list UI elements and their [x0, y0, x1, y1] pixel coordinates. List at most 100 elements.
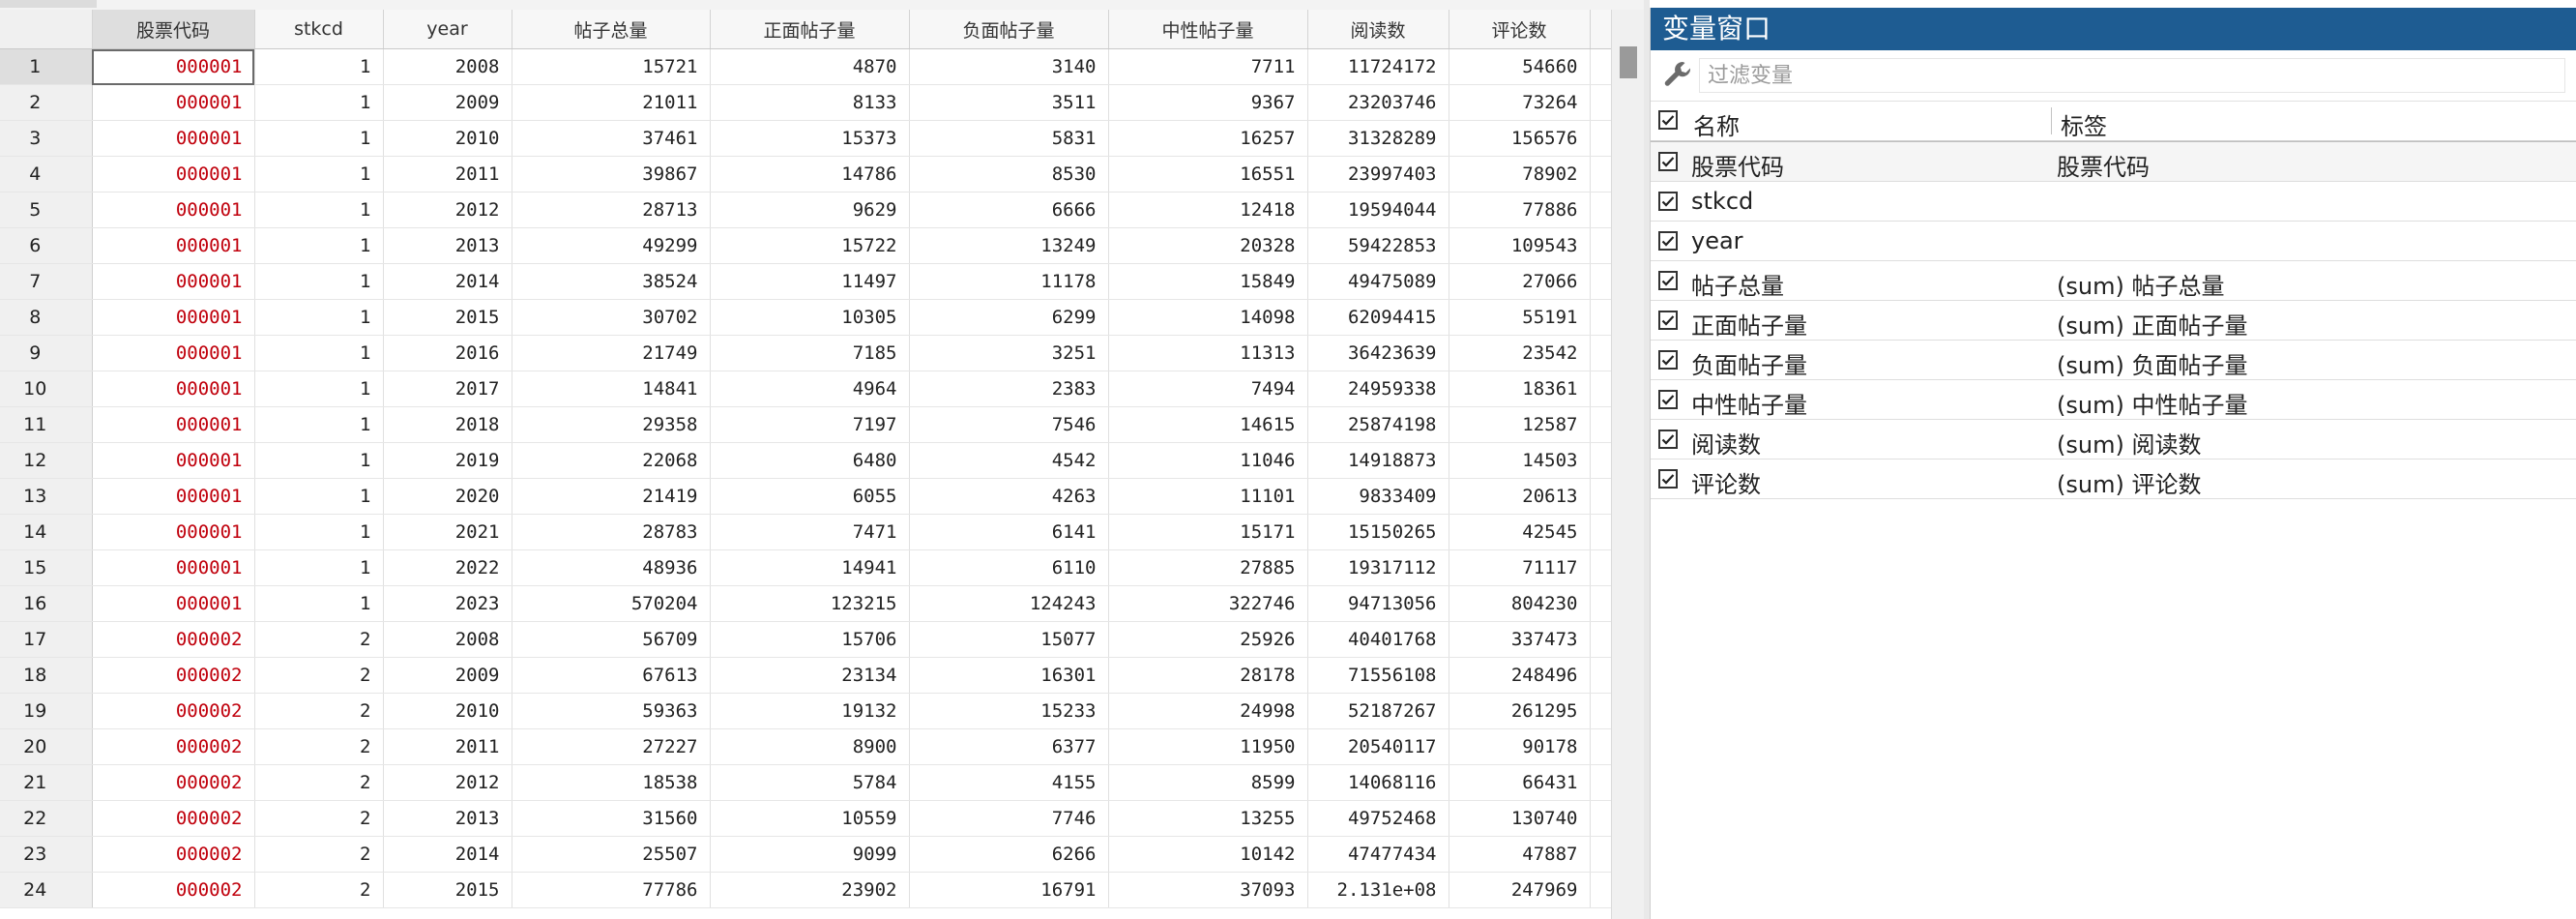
table-cell[interactable]: 27227 [512, 728, 711, 765]
column-header[interactable]: 正面帖子量 [710, 10, 910, 49]
scrollbar-thumb[interactable] [1620, 46, 1637, 78]
table-cell[interactable]: 19132 [710, 693, 910, 729]
table-cell[interactable]: 49475089 [1307, 263, 1449, 300]
table-cell[interactable]: 000001 [92, 406, 255, 443]
table-cell[interactable]: 28713 [512, 192, 711, 228]
table-cell[interactable]: 247969 [1449, 872, 1591, 908]
table-cell[interactable]: 000002 [92, 764, 255, 801]
table-cell[interactable]: 29358 [512, 406, 711, 443]
variable-checkbox[interactable] [1658, 271, 1678, 290]
table-cell[interactable]: 27885 [1108, 549, 1308, 586]
variable-checkbox[interactable] [1658, 469, 1678, 489]
table-cell[interactable]: 000001 [92, 371, 255, 407]
table-cell[interactable]: 1 [254, 263, 384, 300]
table-cell[interactable]: 2.131e+08 [1307, 872, 1449, 908]
table-cell[interactable]: 2 [254, 728, 384, 765]
table-cell[interactable]: 18538 [512, 764, 711, 801]
table-cell[interactable]: 48936 [512, 549, 711, 586]
table-cell[interactable]: 7471 [710, 514, 910, 550]
table-cell[interactable]: 73264 [1449, 84, 1591, 121]
table-cell[interactable]: 2010 [383, 693, 512, 729]
table-cell[interactable]: 2 [254, 657, 384, 694]
table-cell[interactable]: 2008 [383, 48, 512, 85]
table-cell[interactable]: 55191 [1449, 299, 1591, 336]
table-cell[interactable]: 15706 [710, 621, 910, 658]
table-cell[interactable]: 2018 [383, 406, 512, 443]
table-cell[interactable]: 14918873 [1307, 442, 1449, 479]
variable-row[interactable]: year [1651, 222, 2576, 261]
table-cell[interactable]: 20613 [1449, 478, 1591, 515]
table-cell[interactable]: 37461 [512, 120, 711, 157]
row-number[interactable]: 16 [0, 585, 93, 622]
variable-row[interactable]: 评论数 (sum) 评论数 [1651, 460, 2576, 499]
table-cell[interactable]: 123215 [710, 585, 910, 622]
table-cell[interactable]: 000001 [92, 585, 255, 622]
table-cell[interactable]: 261295 [1449, 693, 1591, 729]
table-cell[interactable]: 000001 [92, 442, 255, 479]
table-cell[interactable]: 2383 [909, 371, 1109, 407]
table-row[interactable]: 13 000001 1 2020 21419 6055 4263 11101 9833409 20… [0, 478, 1612, 515]
row-number[interactable]: 23 [0, 836, 93, 873]
column-header[interactable]: stkcd [254, 10, 384, 49]
table-cell[interactable]: 8599 [1108, 764, 1308, 801]
table-cell[interactable]: 804230 [1449, 585, 1591, 622]
table-cell[interactable]: 8133 [710, 84, 910, 121]
table-cell[interactable]: 2010 [383, 120, 512, 157]
row-number[interactable]: 19 [0, 693, 93, 729]
table-cell[interactable]: 6141 [909, 514, 1109, 550]
table-cell[interactable]: 1 [254, 335, 384, 371]
table-cell[interactable]: 000002 [92, 621, 255, 658]
table-cell[interactable]: 71117 [1449, 549, 1591, 586]
table-cell[interactable]: 3251 [909, 335, 1109, 371]
table-cell[interactable]: 1 [254, 478, 384, 515]
table-row[interactable]: 22 000002 2 2013 31560 10559 7746 13255 49752468… [0, 800, 1612, 837]
table-cell[interactable]: 000001 [92, 299, 255, 336]
table-cell[interactable]: 14098 [1108, 299, 1308, 336]
table-cell[interactable]: 8900 [710, 728, 910, 765]
variable-row[interactable]: 阅读数 (sum) 阅读数 [1651, 420, 2576, 460]
table-cell[interactable]: 2020 [383, 478, 512, 515]
row-number[interactable]: 2 [0, 84, 93, 121]
table-cell[interactable]: 4870 [710, 48, 910, 85]
table-cell[interactable]: 130740 [1449, 800, 1591, 837]
variable-checkbox[interactable] [1658, 350, 1678, 370]
table-cell[interactable]: 20328 [1108, 227, 1308, 264]
table-cell[interactable]: 000001 [92, 335, 255, 371]
table-cell[interactable]: 6110 [909, 549, 1109, 586]
table-row[interactable]: 23 000002 2 2014 25507 9099 6266 10142 47477434 4… [0, 836, 1612, 873]
table-cell[interactable]: 2021 [383, 514, 512, 550]
table-cell[interactable]: 10305 [710, 299, 910, 336]
table-cell[interactable]: 2009 [383, 84, 512, 121]
table-cell[interactable]: 2008 [383, 621, 512, 658]
table-cell[interactable]: 23203746 [1307, 84, 1449, 121]
table-cell[interactable]: 8530 [909, 156, 1109, 193]
table-row[interactable]: 17 000002 2 2008 56709 15706 15077 25926 4040176… [0, 621, 1612, 658]
table-cell[interactable]: 56709 [512, 621, 711, 658]
table-row[interactable]: 14 000001 1 2021 28783 7471 6141 15171 15150265 4… [0, 514, 1612, 550]
table-cell[interactable]: 5831 [909, 120, 1109, 157]
variable-checkbox[interactable] [1658, 152, 1678, 171]
table-cell[interactable]: 6666 [909, 192, 1109, 228]
table-row[interactable]: 15 000001 1 2022 48936 14941 6110 27885 19317112… [0, 549, 1612, 586]
table-cell[interactable]: 49752468 [1307, 800, 1449, 837]
table-cell[interactable]: 11313 [1108, 335, 1308, 371]
table-cell[interactable]: 28178 [1108, 657, 1308, 694]
table-cell[interactable]: 52187267 [1307, 693, 1449, 729]
table-row[interactable]: 21 000002 2 2012 18538 5784 4155 8599 14068116 66… [0, 764, 1612, 801]
table-cell[interactable]: 20540117 [1307, 728, 1449, 765]
table-cell[interactable]: 11178 [909, 263, 1109, 300]
row-number[interactable]: 8 [0, 299, 93, 336]
table-cell[interactable]: 15722 [710, 227, 910, 264]
table-cell[interactable]: 1 [254, 156, 384, 193]
row-number[interactable]: 17 [0, 621, 93, 658]
table-cell[interactable]: 30702 [512, 299, 711, 336]
table-cell[interactable]: 47887 [1449, 836, 1591, 873]
table-cell[interactable]: 11497 [710, 263, 910, 300]
table-cell[interactable]: 6299 [909, 299, 1109, 336]
table-cell[interactable]: 000001 [92, 192, 255, 228]
column-header[interactable]: 帖子总量 [512, 10, 711, 49]
table-cell[interactable]: 3140 [909, 48, 1109, 85]
table-cell[interactable]: 7711 [1108, 48, 1308, 85]
column-header[interactable]: 负面帖子量 [909, 10, 1109, 49]
table-cell[interactable]: 11950 [1108, 728, 1308, 765]
